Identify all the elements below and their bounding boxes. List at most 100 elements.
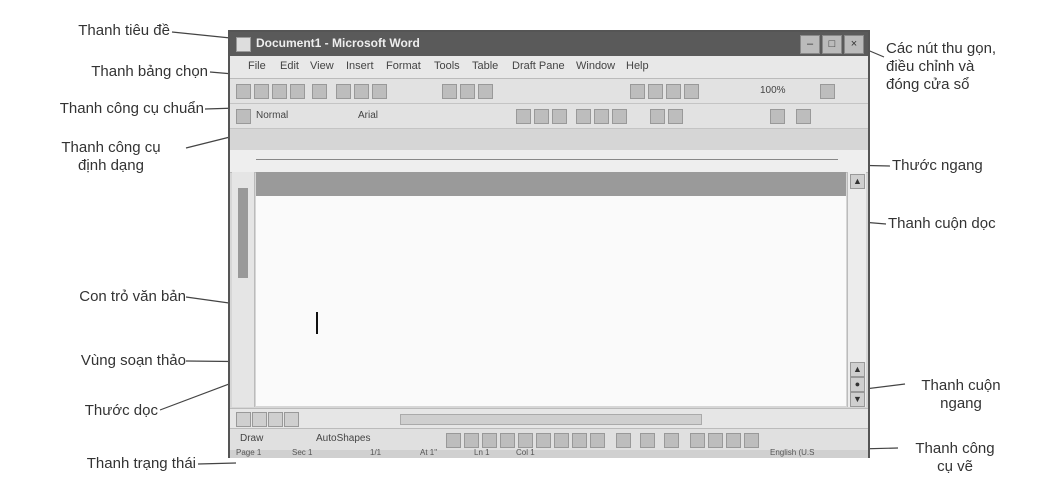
open-icon[interactable] (254, 84, 269, 99)
formatting-toolbar: Normal Arial (230, 104, 868, 129)
menu-table[interactable]: Table (472, 60, 498, 72)
arrow-style-icon[interactable] (726, 433, 741, 448)
line-icon[interactable] (446, 433, 461, 448)
font-color-draw-icon[interactable] (664, 433, 679, 448)
vertical-ruler (232, 172, 255, 407)
menu-insert[interactable]: Insert (346, 60, 374, 72)
label-vertical-scrollbar: Thanh cuộn dọc (888, 215, 996, 232)
label-vertical-ruler: Thước dọc (84, 402, 158, 419)
font-color-icon[interactable] (796, 109, 811, 124)
status-line: Ln 1 (474, 448, 490, 457)
label-status-bar: Thanh trạng thái (86, 455, 196, 472)
arrow-icon[interactable] (464, 433, 479, 448)
label-horizontal-ruler: Thước ngang (892, 157, 983, 174)
wordart-icon[interactable] (536, 433, 551, 448)
word-app-icon (236, 37, 251, 52)
font-box[interactable]: Arial (358, 110, 378, 121)
diagram-icon[interactable] (554, 433, 569, 448)
zoom-box[interactable]: 100% (760, 85, 786, 96)
oval-icon[interactable] (500, 433, 515, 448)
vertical-scrollbar[interactable]: ▲ ▲ ● ▼ (847, 172, 866, 407)
label-drawing-toolbar: Thanh công cụ vẽ (915, 440, 995, 475)
styles-icon[interactable] (236, 109, 251, 124)
word-window: Document1 - Microsoft Word – □ × File Ed… (228, 30, 870, 458)
menu-window[interactable]: Window (576, 60, 615, 72)
textbox-icon[interactable] (518, 433, 533, 448)
status-section: Sec 1 (292, 448, 313, 457)
table-icon[interactable] (648, 84, 663, 99)
maximize-button[interactable]: □ (822, 35, 842, 54)
clipart-icon[interactable] (572, 433, 587, 448)
copy-icon[interactable] (460, 84, 475, 99)
status-at: At 1" (420, 448, 438, 457)
picture-icon[interactable] (590, 433, 605, 448)
select-browse-object-icon[interactable]: ● (850, 377, 865, 392)
minimize-button[interactable]: – (800, 35, 820, 54)
close-button[interactable]: × (844, 35, 864, 54)
status-page-count: 1/1 (370, 448, 382, 457)
style-box[interactable]: Normal (256, 110, 288, 121)
menu-view[interactable]: View (310, 60, 334, 72)
print-preview-icon[interactable] (354, 84, 369, 99)
highlight-icon[interactable] (770, 109, 785, 124)
label-text-cursor: Con trỏ văn bản (79, 288, 186, 305)
outline-view-icon[interactable] (284, 412, 299, 427)
menu-tools[interactable]: Tools (434, 60, 460, 72)
menu-draft-pane[interactable]: Draft Pane (512, 60, 565, 72)
menu-format[interactable]: Format (386, 60, 421, 72)
save-icon[interactable] (272, 84, 287, 99)
line-color-icon[interactable] (640, 433, 655, 448)
menu-file[interactable]: File (248, 60, 266, 72)
previous-page-icon[interactable]: ▲ (850, 362, 865, 377)
align-center-icon[interactable] (594, 109, 609, 124)
web-view-icon[interactable] (252, 412, 267, 427)
print-icon[interactable] (336, 84, 351, 99)
help-icon[interactable] (820, 84, 835, 99)
print-layout-icon[interactable] (268, 412, 283, 427)
status-bar: Page 1 Sec 1 1/1 At 1" Ln 1 Col 1 Englis… (230, 448, 868, 458)
horizontal-scroll-track[interactable] (400, 414, 702, 425)
fill-color-icon[interactable] (616, 433, 631, 448)
permission-icon[interactable] (290, 84, 305, 99)
label-formatting-toolbar: Thanh công cụ định dạng (61, 139, 161, 174)
autoshapes-menu[interactable]: AutoShapes (316, 433, 371, 444)
columns-icon[interactable] (666, 84, 681, 99)
spelling-icon[interactable] (372, 84, 387, 99)
label-horizontal-scrollbar: Thanh cuộn ngang (921, 377, 1001, 412)
menu-bar: File Edit View Insert Format Tools Table… (230, 56, 868, 79)
new-icon[interactable] (236, 84, 251, 99)
standard-toolbar: 100% (230, 79, 868, 104)
line-style-icon[interactable] (690, 433, 705, 448)
editing-area[interactable] (256, 196, 846, 406)
rectangle-icon[interactable] (482, 433, 497, 448)
bold-icon[interactable] (516, 109, 531, 124)
leader-status-bar (197, 462, 237, 465)
dash-style-icon[interactable] (708, 433, 723, 448)
page-top-margin (256, 172, 846, 196)
label-title-bar: Thanh tiêu đề (78, 22, 170, 39)
status-column: Col 1 (516, 448, 535, 457)
normal-view-icon[interactable] (236, 412, 251, 427)
align-left-icon[interactable] (576, 109, 591, 124)
shadow-icon[interactable] (744, 433, 759, 448)
horizontal-scrollbar[interactable] (230, 408, 868, 429)
menu-edit[interactable]: Edit (280, 60, 299, 72)
drawing-icon[interactable] (684, 84, 699, 99)
label-window-buttons: Các nút thu gọn, điều chỉnh và đóng cửa … (886, 40, 997, 93)
title-bar: Document1 - Microsoft Word – □ × (230, 32, 868, 56)
paste-icon[interactable] (478, 84, 493, 99)
draw-menu[interactable]: Draw (240, 433, 263, 444)
bullets-icon[interactable] (668, 109, 683, 124)
cut-icon[interactable] (442, 84, 457, 99)
scroll-up-button[interactable]: ▲ (850, 174, 865, 189)
align-right-icon[interactable] (612, 109, 627, 124)
hyperlink-icon[interactable] (630, 84, 645, 99)
status-language: English (U.S (770, 448, 815, 457)
underline-icon[interactable] (552, 109, 567, 124)
email-icon[interactable] (312, 84, 327, 99)
italic-icon[interactable] (534, 109, 549, 124)
numbering-icon[interactable] (650, 109, 665, 124)
label-editing-area: Vùng soạn thảo (80, 352, 186, 369)
menu-help[interactable]: Help (626, 60, 649, 72)
next-page-icon[interactable]: ▼ (850, 392, 865, 407)
